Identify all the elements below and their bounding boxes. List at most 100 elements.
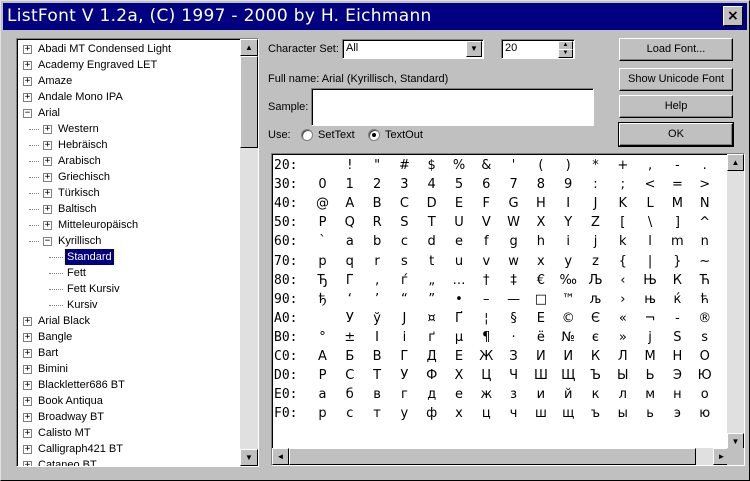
charmap-cell[interactable]: С bbox=[336, 368, 363, 383]
charmap-cell[interactable]: ° bbox=[309, 330, 336, 345]
charmap-cell[interactable]: A bbox=[336, 196, 363, 211]
charmap-cell[interactable]: ц bbox=[473, 406, 500, 421]
tree-item[interactable]: + Hebräisch bbox=[17, 137, 239, 153]
charmap-cell[interactable]: ж bbox=[473, 387, 500, 402]
expand-icon[interactable]: + bbox=[23, 445, 32, 454]
charmap-cell[interactable]: 8 bbox=[527, 177, 554, 192]
charmap-cell[interactable]: “ bbox=[391, 292, 418, 307]
charmap-cell[interactable]: 4 bbox=[418, 177, 445, 192]
charmap-cell[interactable]: ' bbox=[500, 158, 527, 173]
charmap-cell[interactable]: ‹ bbox=[609, 273, 636, 288]
charmap-cell[interactable]: □ bbox=[527, 292, 554, 307]
tree-item[interactable]: Standard bbox=[17, 249, 239, 265]
charmap-cell[interactable]: А bbox=[309, 349, 336, 364]
charmap-cell[interactable]: = bbox=[664, 177, 691, 192]
expand-icon[interactable]: + bbox=[43, 221, 52, 230]
charmap-cell[interactable]: ‚ bbox=[364, 273, 391, 288]
charmap-cell[interactable]: , bbox=[637, 158, 664, 173]
charmap-cell[interactable]: х bbox=[446, 406, 473, 421]
charmap-cell[interactable]: ґ bbox=[418, 330, 445, 345]
charmap-cell[interactable]: с bbox=[336, 406, 363, 421]
charmap-cell[interactable]: E bbox=[446, 196, 473, 211]
charmap-cell[interactable]: в bbox=[364, 387, 391, 402]
collapse-icon[interactable]: − bbox=[23, 109, 32, 118]
charmap-cell[interactable]: L bbox=[637, 196, 664, 211]
charmap-cell[interactable]: н bbox=[664, 387, 691, 402]
charmap-cell[interactable]: - bbox=[664, 311, 691, 326]
radio-settext[interactable] bbox=[301, 129, 313, 141]
charmap-cell[interactable]: Д bbox=[418, 349, 445, 364]
sample-input[interactable] bbox=[311, 88, 594, 126]
charset-combo[interactable]: All ▼ bbox=[342, 39, 484, 59]
tree-vertical-scrollbar[interactable]: ▲ ▼ bbox=[240, 39, 258, 466]
charmap-cell[interactable]: ; bbox=[609, 177, 636, 192]
charmap-cell[interactable]: ѕ bbox=[691, 330, 718, 345]
charmap-cell[interactable]: m bbox=[664, 234, 691, 249]
charmap-cell[interactable]: 6 bbox=[473, 177, 500, 192]
charmap-cell[interactable]: l bbox=[637, 234, 664, 249]
ok-button[interactable]: OK bbox=[618, 122, 734, 147]
character-map[interactable]: 20:!"#$%&'()*+,-./30:0123456789:;<=>?40:… bbox=[271, 153, 745, 466]
charmap-cell[interactable]: Q bbox=[336, 215, 363, 230]
charmap-cell[interactable]: Ў bbox=[336, 311, 363, 326]
charmap-cell[interactable]: Z bbox=[582, 215, 609, 230]
expand-icon[interactable]: + bbox=[23, 349, 32, 358]
charmap-cell[interactable]: w bbox=[500, 254, 527, 269]
tree-item[interactable]: − Kyrillisch bbox=[17, 233, 239, 249]
charmap-cell[interactable]: » bbox=[609, 330, 636, 345]
charmap-cell[interactable]: Ё bbox=[527, 311, 554, 326]
charmap-cell[interactable]: Ч bbox=[500, 368, 527, 383]
charmap-cell[interactable]: Њ bbox=[637, 273, 664, 288]
charmap-cell[interactable]: Т bbox=[364, 368, 391, 383]
charmap-cell[interactable]: Ѓ bbox=[336, 273, 363, 288]
charmap-cell[interactable]: © bbox=[555, 311, 582, 326]
charmap-cell[interactable]: Ж bbox=[473, 349, 500, 364]
charmap-cell[interactable]: — bbox=[500, 292, 527, 307]
tree-item[interactable]: Fett Kursiv bbox=[17, 281, 239, 297]
charmap-cell[interactable]: ‰ bbox=[555, 273, 582, 288]
charmap-cell[interactable]: h bbox=[527, 234, 554, 249]
charmap-cell[interactable]: и bbox=[527, 387, 554, 402]
load-font-button[interactable]: Load Font... bbox=[619, 38, 733, 61]
charmap-cell[interactable]: ё bbox=[527, 330, 554, 345]
charmap-cell[interactable]: d bbox=[418, 234, 445, 249]
charmap-cell[interactable]: & bbox=[473, 158, 500, 173]
charmap-cell[interactable]: § bbox=[500, 311, 527, 326]
charmap-cell[interactable]: e bbox=[446, 234, 473, 249]
charmap-cell[interactable]: ю bbox=[691, 406, 718, 421]
tree-item[interactable]: + Abadi MT Condensed Light bbox=[17, 41, 239, 57]
charmap-cell[interactable]: z bbox=[582, 254, 609, 269]
tree-item[interactable]: + Arial Black bbox=[17, 313, 239, 329]
charmap-cell[interactable]: Э bbox=[664, 368, 691, 383]
expand-icon[interactable]: + bbox=[43, 189, 52, 198]
charmap-cell[interactable]: ± bbox=[336, 330, 363, 345]
charmap-cell[interactable]: c bbox=[391, 234, 418, 249]
charmap-cell[interactable]: ы bbox=[609, 406, 636, 421]
chevron-down-icon[interactable]: ▼ bbox=[466, 41, 482, 57]
charmap-cell[interactable]: ъ bbox=[582, 406, 609, 421]
expand-icon[interactable]: + bbox=[43, 141, 52, 150]
charmap-cell[interactable]: @ bbox=[309, 196, 336, 211]
charmap-cell[interactable]: 0 bbox=[309, 177, 336, 192]
charmap-cell[interactable]: Ц bbox=[473, 368, 500, 383]
charmap-cell[interactable]: k bbox=[609, 234, 636, 249]
charmap-cell[interactable]: · bbox=[500, 330, 527, 345]
charmap-cell[interactable]: † bbox=[473, 273, 500, 288]
charmap-cell[interactable]: ќ bbox=[664, 292, 691, 307]
charmap-cell[interactable]: ‘ bbox=[336, 292, 363, 307]
tree-item[interactable]: + Cataneo BT bbox=[17, 457, 239, 466]
charmap-cell[interactable]: Є bbox=[582, 311, 609, 326]
charmap-cell[interactable]: C bbox=[391, 196, 418, 211]
charmap-cell[interactable]: З bbox=[500, 349, 527, 364]
tree-item[interactable]: Fett bbox=[17, 265, 239, 281]
charmap-cell[interactable]: T bbox=[418, 215, 445, 230]
charmap-cell[interactable]: М bbox=[637, 349, 664, 364]
tree-item[interactable]: + Broadway BT bbox=[17, 409, 239, 425]
close-button[interactable]: × bbox=[723, 6, 743, 26]
charmap-cell[interactable]: Y bbox=[555, 215, 582, 230]
tree-item[interactable]: + Bangle bbox=[17, 329, 239, 345]
charmap-cell[interactable]: І bbox=[364, 330, 391, 345]
charmap-cell[interactable]: ђ bbox=[309, 292, 336, 307]
charmap-cell[interactable]: О bbox=[691, 349, 718, 364]
charmap-cell[interactable]: љ bbox=[582, 292, 609, 307]
